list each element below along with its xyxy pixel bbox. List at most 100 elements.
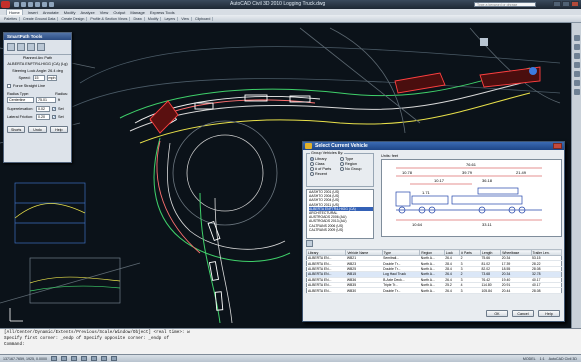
lateral-friction-input[interactable]: 0.20 bbox=[36, 113, 50, 120]
panel-create-design[interactable]: Create Design bbox=[59, 16, 88, 21]
vehicle-icon bbox=[305, 143, 312, 149]
smartpath-title[interactable]: SmartPath Tools bbox=[4, 33, 71, 40]
undo-icon[interactable] bbox=[35, 2, 40, 7]
showmotion-icon[interactable] bbox=[573, 62, 580, 68]
radio-region[interactable]: Region bbox=[340, 162, 370, 166]
panel-clipboard[interactable]: Clipboard bbox=[193, 16, 214, 21]
layer-icon[interactable] bbox=[573, 80, 580, 86]
superelevation-set-checkbox[interactable]: ✓ bbox=[52, 106, 56, 111]
panel-create-ground-data[interactable]: Create Ground Data bbox=[21, 16, 59, 21]
save-icon[interactable] bbox=[28, 2, 33, 7]
speed-unit-select[interactable]: mph bbox=[46, 74, 57, 81]
window-controls bbox=[553, 1, 579, 7]
tab-view[interactable]: View bbox=[100, 10, 109, 15]
radio-dot bbox=[340, 167, 344, 171]
minimize-icon[interactable] bbox=[553, 1, 561, 7]
tab-modify[interactable]: Modify bbox=[64, 10, 76, 15]
dim-9: 33.11 bbox=[482, 222, 492, 227]
properties-icon[interactable] bbox=[573, 89, 580, 95]
radio-recent[interactable]: Recent bbox=[310, 172, 340, 176]
radius-input[interactable]: 75.01 bbox=[36, 96, 56, 103]
oversteer-icon[interactable] bbox=[27, 43, 35, 51]
model-space-button[interactable]: MODEL bbox=[523, 357, 536, 361]
panel-layers[interactable]: Layers bbox=[162, 16, 179, 21]
library-tree[interactable]: AASHTO 2001 (US) AASHTO 2004 (US) AASHTO… bbox=[306, 189, 374, 239]
vehicle-name: ALBERTA ENFTR4-HIGG (CA) (Lg) bbox=[7, 62, 68, 67]
panel-modify[interactable]: Modify bbox=[146, 16, 162, 21]
radio-parts[interactable]: # of Parts bbox=[310, 167, 340, 171]
tab-output[interactable]: Output bbox=[113, 10, 125, 15]
ok-button[interactable]: OK bbox=[486, 310, 508, 317]
superelevation-input[interactable]: 0.02 bbox=[36, 105, 50, 112]
cell: ALBERTA EN... bbox=[306, 287, 346, 294]
pan-icon[interactable] bbox=[573, 35, 580, 41]
grid-toggle-icon[interactable] bbox=[60, 356, 67, 361]
superelevation-set-label: Set bbox=[58, 106, 64, 111]
radio-label: No Group bbox=[345, 167, 362, 171]
cell: 3 bbox=[459, 287, 481, 294]
speed-row: Speed: 15 mph bbox=[4, 74, 71, 81]
zoom-icon[interactable] bbox=[573, 44, 580, 50]
radio-class[interactable]: Class bbox=[310, 162, 340, 166]
tab-express-tools[interactable]: Express Tools bbox=[150, 10, 175, 15]
dialog-title-bar[interactable]: Select Current Vehicle bbox=[303, 142, 564, 150]
steering-wheel-icon[interactable] bbox=[573, 71, 580, 77]
straight-path-icon[interactable] bbox=[17, 43, 25, 51]
lateral-set-label: Set bbox=[58, 114, 64, 119]
vehicle-list-toolbar bbox=[306, 240, 313, 247]
ribbon-panels: Palettes Create Ground Data Create Desig… bbox=[0, 15, 581, 23]
cancel-button[interactable]: Cancel bbox=[512, 310, 534, 317]
radio-library[interactable]: Library bbox=[310, 157, 340, 161]
dialog-close-icon[interactable] bbox=[553, 143, 562, 149]
workspace-switch[interactable]: AutoCAD Civil 3D bbox=[549, 357, 577, 361]
otrack-toggle-icon[interactable] bbox=[100, 356, 107, 361]
radio-no-group[interactable]: No Group bbox=[340, 167, 370, 171]
speed-input[interactable]: 15 bbox=[32, 74, 45, 81]
radius-type-select[interactable]: Centerline bbox=[7, 96, 34, 103]
dialog-help-button[interactable]: Help bbox=[538, 310, 560, 317]
command-line[interactable]: [All/Center/Dynamic/Extents/Previous/Sca… bbox=[0, 328, 581, 354]
radio-label: Recent bbox=[315, 172, 328, 176]
tab-analyze[interactable]: Analyze bbox=[80, 10, 94, 15]
dim-6: 10.17 bbox=[434, 178, 445, 183]
lateral-set-checkbox[interactable]: ✓ bbox=[52, 114, 56, 119]
table-row[interactable]: ALBERTA EN... WB30 Double Tr... North A... 2… bbox=[306, 287, 562, 294]
command-prompt[interactable]: Command: bbox=[4, 342, 577, 348]
radio-label: Type bbox=[345, 157, 354, 161]
smartpath-palette: SmartPath Tools Planned Arc Path ALBERTA… bbox=[3, 32, 72, 163]
tab-manage[interactable]: Manage bbox=[130, 10, 144, 15]
panel-view[interactable]: View bbox=[179, 16, 192, 21]
redo-icon[interactable] bbox=[42, 2, 47, 7]
new-icon[interactable] bbox=[14, 2, 19, 7]
plot-icon[interactable] bbox=[49, 2, 54, 7]
orbit-icon[interactable] bbox=[573, 53, 580, 59]
ortho-toggle-icon[interactable] bbox=[70, 356, 77, 361]
osnap-toggle-icon[interactable] bbox=[90, 356, 97, 361]
dyn-toggle-icon[interactable] bbox=[110, 356, 117, 361]
maximize-icon[interactable] bbox=[562, 1, 570, 7]
undo-button[interactable]: Undo bbox=[28, 125, 47, 133]
details-icon[interactable] bbox=[306, 240, 313, 247]
tab-annotate[interactable]: Annotate bbox=[43, 10, 59, 15]
panel-draw[interactable]: Draw bbox=[131, 16, 145, 21]
settings-icon[interactable] bbox=[37, 43, 45, 51]
radio-type[interactable]: Type bbox=[340, 157, 370, 161]
close-icon[interactable] bbox=[571, 1, 579, 7]
cell: Double Tr... bbox=[382, 287, 420, 294]
panel-profile-section-views[interactable]: Profile & Section Views bbox=[88, 16, 131, 21]
application-menu-button[interactable] bbox=[1, 1, 10, 8]
shorts-button[interactable]: Shorts bbox=[7, 125, 26, 133]
panel-palettes[interactable]: Palettes bbox=[2, 16, 20, 21]
help-button[interactable]: Help bbox=[49, 125, 68, 133]
search-input[interactable]: Type a keyword or phrase bbox=[474, 2, 536, 7]
snap-toggle-icon[interactable] bbox=[50, 356, 57, 361]
smartpath-tool-icons bbox=[4, 40, 71, 55]
polar-toggle-icon[interactable] bbox=[80, 356, 87, 361]
annotation-scale[interactable]: 1:1 bbox=[540, 357, 545, 361]
force-straight-checkbox[interactable] bbox=[7, 83, 11, 88]
open-icon[interactable] bbox=[21, 2, 26, 7]
tab-insert[interactable]: Insert bbox=[28, 10, 38, 15]
radio-label: # of Parts bbox=[315, 167, 332, 171]
tree-item[interactable]: CALTRANS 2009 (US) bbox=[309, 228, 373, 232]
arc-path-icon[interactable] bbox=[7, 43, 15, 51]
